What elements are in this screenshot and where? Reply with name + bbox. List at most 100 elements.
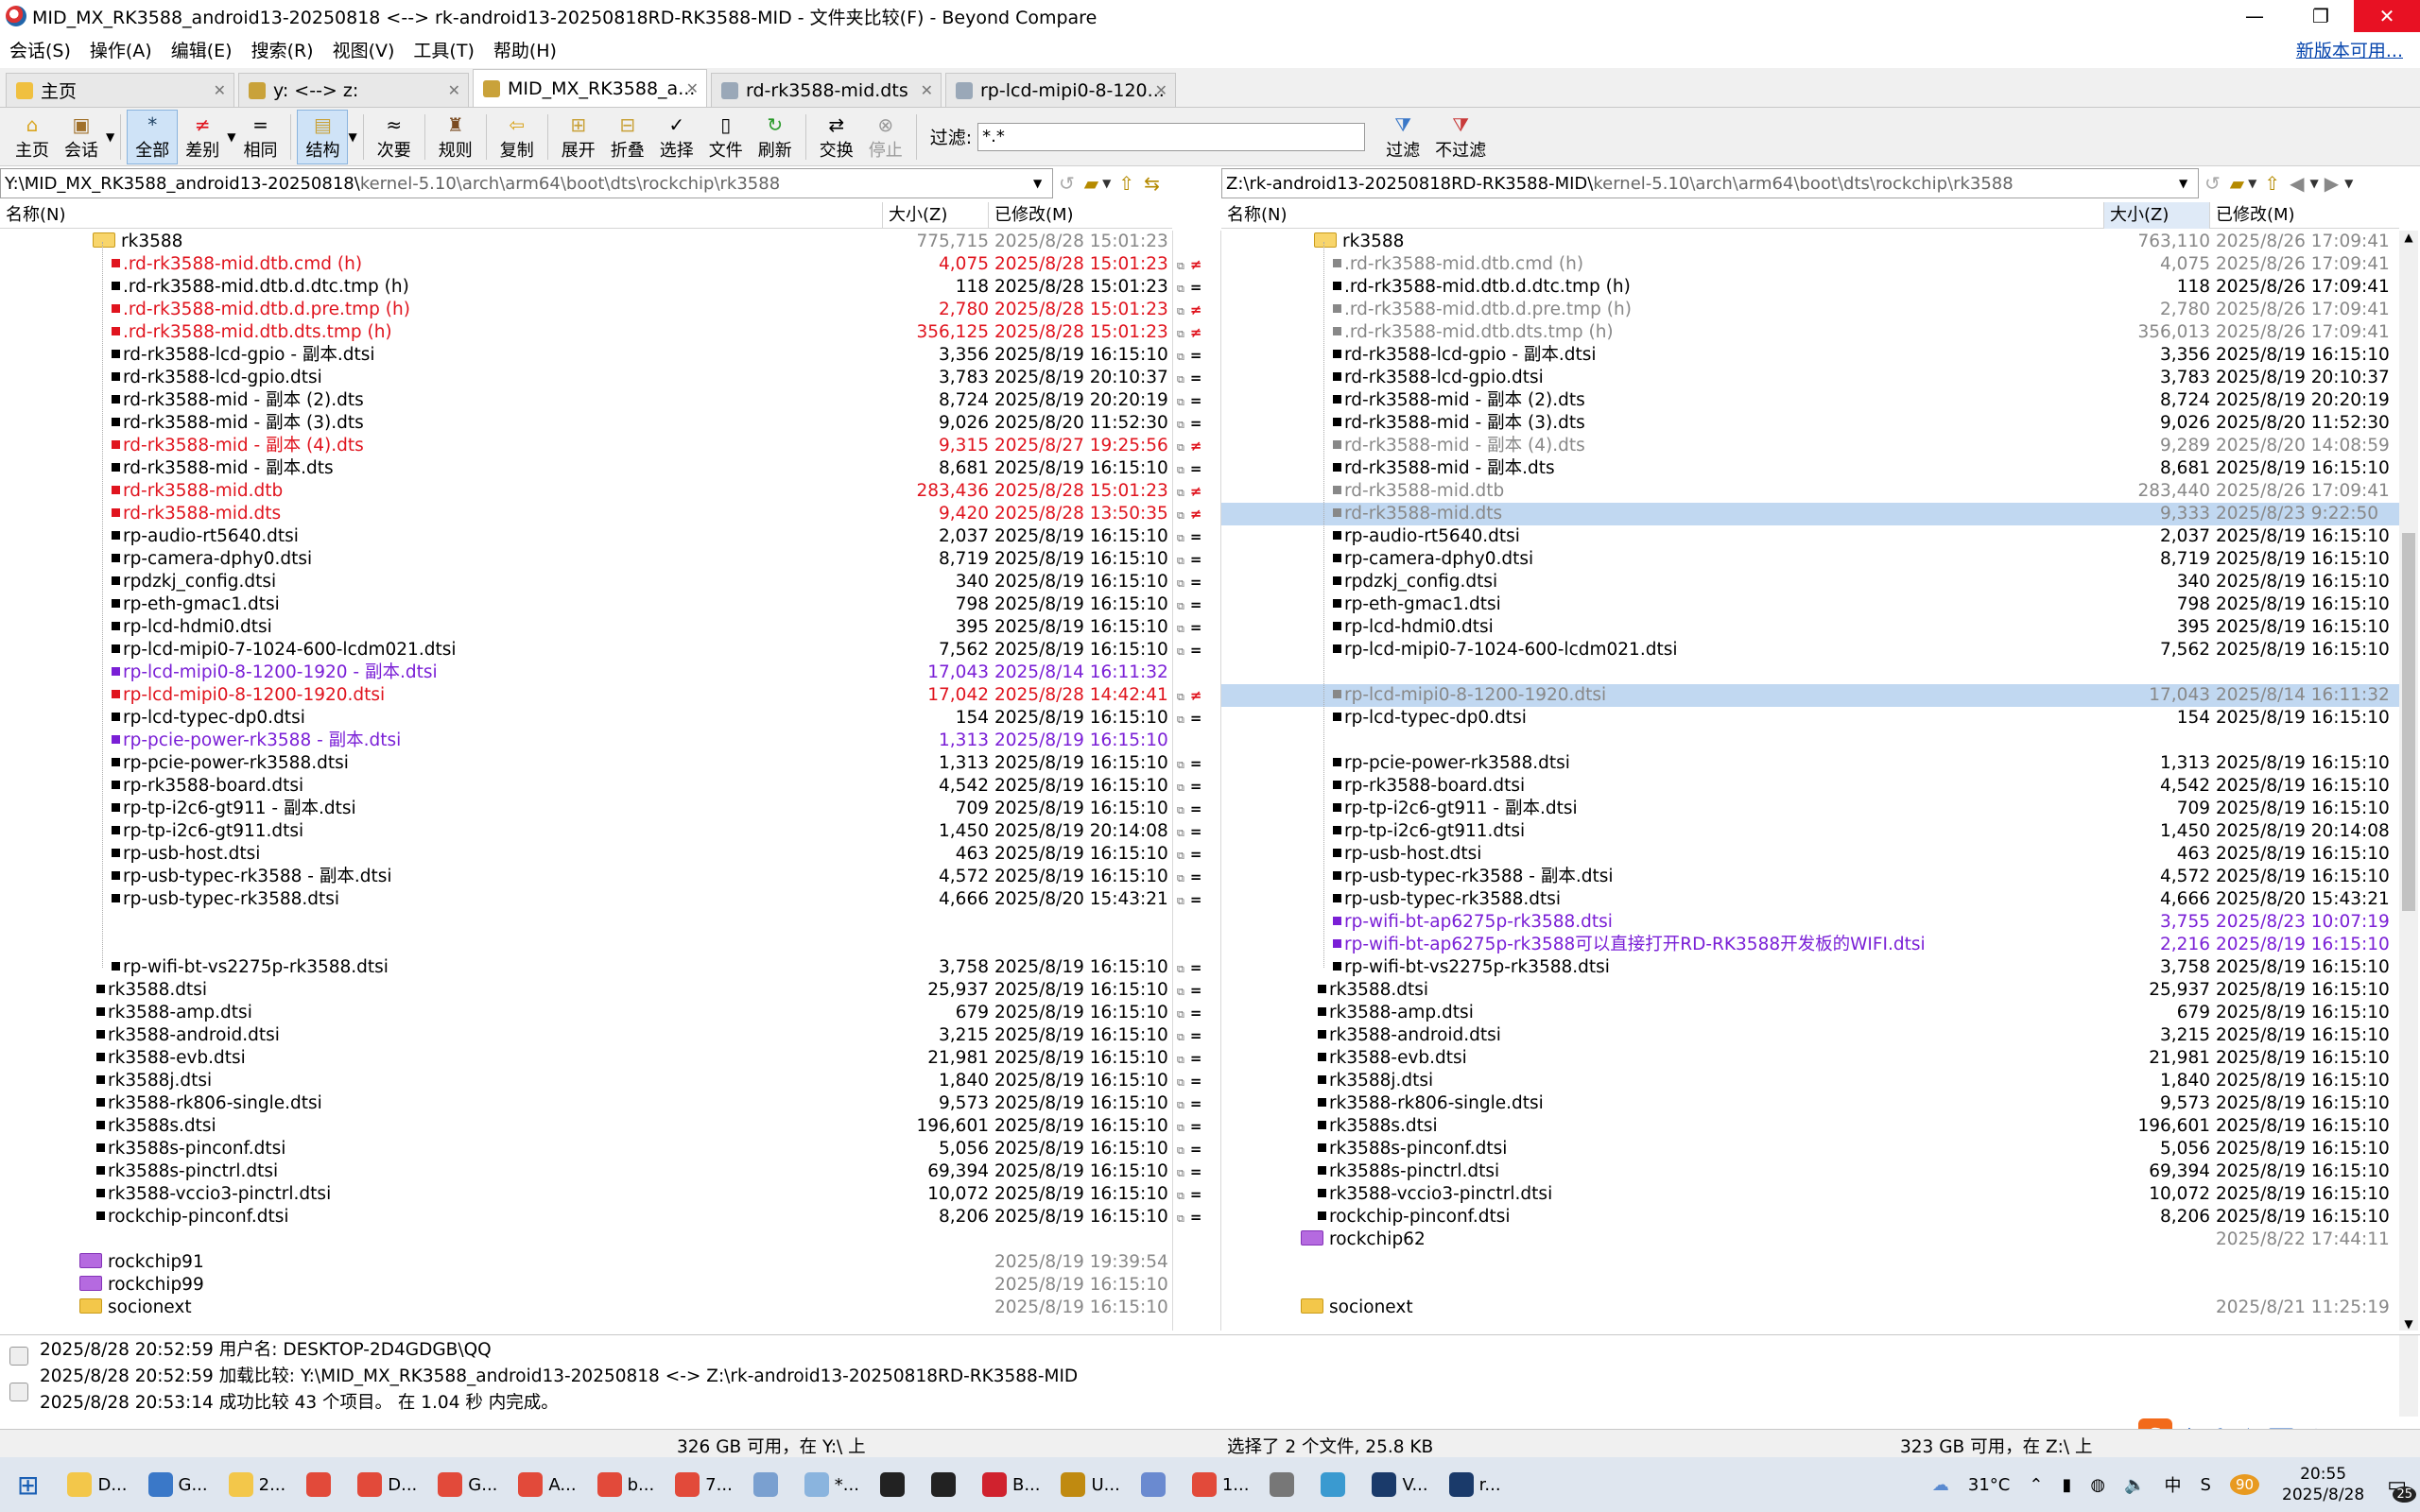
swap-sides-icon[interactable]: ⇆ <box>1144 172 1160 195</box>
scroll-up-icon[interactable]: ▲ <box>2399 231 2418 244</box>
swap-button[interactable]: ⇄ 交换 <box>812 110 861 164</box>
collapse-button[interactable]: ⊟ 折叠 <box>603 110 652 164</box>
size-column-header[interactable]: 大小(Z) <box>2104 201 2210 229</box>
speaker-icon[interactable]: 🔈 <box>2124 1475 2145 1495</box>
filter-input[interactable] <box>977 122 1366 151</box>
file-row[interactable]: .rd-rk3588-mid.dtb.dts.tmp (h) 356,125 202… <box>0 321 1172 344</box>
no-filter-button[interactable]: ⧩ 不过滤 <box>1427 110 1494 164</box>
modified-column-header[interactable]: 已修改(M) <box>989 202 1172 229</box>
file-row[interactable]: rp-lcd-mipi0-7-1024-600-lcdm021.dtsi 7,56… <box>0 639 1172 662</box>
file-row[interactable]: rp-tp-i2c6-gt911 - 副本.dtsi 709 2025/8/19 1… <box>0 798 1172 820</box>
files-button[interactable]: ▯ 文件 <box>701 110 751 164</box>
tab-home[interactable]: 主页 ✕ <box>6 73 234 107</box>
open-folder-icon[interactable]: ▰ <box>1084 172 1098 195</box>
chevron-down-icon[interactable]: ▼ <box>1033 177 1052 190</box>
file-row[interactable]: rk3588j.dtsi 1,840 2025/8/19 16:15:10 <box>0 1070 1172 1092</box>
gear-icon[interactable] <box>9 1347 28 1366</box>
file-row[interactable]: rp-wifi-bt-ap6275p-rk3588.dtsi 3,755 2025/… <box>1221 911 2399 934</box>
file-row[interactable]: rd-rk3588-lcd-gpio - 副本.dtsi 3,356 2025/8/… <box>1221 344 2399 367</box>
new-version-link[interactable]: 新版本可用... <box>2287 37 2412 62</box>
home-button[interactable]: ⌂ 主页 <box>8 110 57 164</box>
dropdown-arrow-icon[interactable]: ▼ <box>348 130 356 144</box>
size-column-header[interactable]: 大小(Z) <box>883 201 989 229</box>
sogou-tray-icon[interactable]: S <box>2201 1475 2211 1495</box>
session-button[interactable]: ▣ 会话 <box>57 110 106 164</box>
chevron-up-icon[interactable]: ⌃ <box>2029 1475 2043 1495</box>
right-scrollbar[interactable]: ▲ ▼ <box>2399 231 2418 1331</box>
show-diff-button[interactable]: ≠ 差别 <box>178 110 227 164</box>
modified-column-header[interactable]: 已修改(M) <box>2210 202 2399 229</box>
select-button[interactable]: ✓ 选择 <box>652 110 701 164</box>
right-file-pane[interactable]: rk3588 763,110 2025/8/26 17:09:41 .rd-rk358… <box>1221 231 2399 1331</box>
file-row[interactable]: rp-lcd-mipi0-8-1200-1920.dtsi 17,043 2025/… <box>1221 684 2399 707</box>
file-row[interactable] <box>0 934 1172 956</box>
folder-row[interactable]: socionext 2025/8/21 11:25:19 <box>1221 1297 2399 1319</box>
file-row[interactable]: rp-usb-host.dtsi 463 2025/8/19 16:15:10 <box>0 843 1172 866</box>
stop-button[interactable]: ⊗ 停止 <box>861 110 910 164</box>
folder-row[interactable] <box>1221 1251 2399 1274</box>
file-row[interactable]: rp-camera-dphy0.dtsi 8,719 2025/8/19 16:15… <box>1221 548 2399 571</box>
file-row[interactable]: rd-rk3588-lcd-gpio.dtsi 3,783 2025/8/19 20… <box>1221 367 2399 389</box>
file-row[interactable]: rk3588.dtsi 25,937 2025/8/19 16:15:10 <box>1221 979 2399 1002</box>
file-row[interactable]: .rd-rk3588-mid.dtb.d.dtc.tmp (h) 118 2025/… <box>0 276 1172 299</box>
ime-icon[interactable]: 中 <box>2165 1472 2182 1497</box>
file-row[interactable]: rp-tp-i2c6-gt911.dtsi 1,450 2025/8/19 20:1… <box>1221 820 2399 843</box>
close-button[interactable]: ✕ <box>2354 0 2420 32</box>
file-row[interactable]: rp-tp-i2c6-gt911.dtsi 1,450 2025/8/19 20:1… <box>0 820 1172 843</box>
folder-row[interactable]: rk3588 775,715 2025/8/28 15:01:23 <box>0 231 1172 253</box>
tab-dts-compare[interactable]: rd-rk3588-mid.dts ✕ <box>711 73 942 107</box>
open-folder-icon[interactable]: ▰ <box>2230 172 2244 195</box>
parent-folder-icon[interactable]: ⇧ <box>1118 172 1134 195</box>
file-row[interactable]: rpdzkj_config.dtsi 340 2025/8/19 16:15:10 <box>1221 571 2399 593</box>
right-path-field[interactable]: Z:\rk-android13-20250818RD-RK3588-MID\ke… <box>1221 168 2199 198</box>
file-row[interactable]: rp-rk3588-board.dtsi 4,542 2025/8/19 16:15… <box>0 775 1172 798</box>
file-row[interactable]: rp-usb-typec-rk3588.dtsi 4,666 2025/8/20 1… <box>0 888 1172 911</box>
file-row[interactable]: rp-lcd-typec-dp0.dtsi 154 2025/8/19 16:15:… <box>1221 707 2399 730</box>
file-row[interactable]: rp-audio-rt5640.dtsi 2,037 2025/8/19 16:15… <box>0 525 1172 548</box>
file-row[interactable]: .rd-rk3588-mid.dtb.d.dtc.tmp (h) 118 2025/… <box>1221 276 2399 299</box>
taskbar-app[interactable] <box>871 1461 920 1508</box>
taskbar-app[interactable]: D... <box>348 1461 426 1508</box>
close-tab-icon[interactable]: ✕ <box>214 81 226 99</box>
file-row[interactable]: rp-camera-dphy0.dtsi 8,719 2025/8/19 16:15… <box>0 548 1172 571</box>
file-row[interactable]: rd-rk3588-mid - 副本.dts 8,681 2025/8/19 16:… <box>1221 457 2399 480</box>
file-row[interactable]: rk3588s.dtsi 196,601 2025/8/19 16:15:10 <box>1221 1115 2399 1138</box>
chevron-down-icon[interactable]: ▼ <box>1102 177 1111 190</box>
close-tab-icon[interactable]: ✕ <box>921 81 933 99</box>
scroll-down-icon[interactable]: ▼ <box>2399 1317 2418 1331</box>
battery-icon[interactable]: ▮ <box>2062 1475 2071 1495</box>
forward-icon[interactable]: ▶ <box>2325 172 2339 195</box>
file-row[interactable]: rk3588s-pinctrl.dtsi 69,394 2025/8/19 16:1… <box>0 1160 1172 1183</box>
chevron-down-icon[interactable]: ▼ <box>2179 177 2198 190</box>
file-row[interactable]: .rd-rk3588-mid.dtb.dts.tmp (h) 356,013 202… <box>1221 321 2399 344</box>
file-row[interactable]: rk3588-amp.dtsi 679 2025/8/19 16:15:10 <box>1221 1002 2399 1024</box>
file-row[interactable]: rp-lcd-hdmi0.dtsi 395 2025/8/19 16:15:10 <box>0 616 1172 639</box>
file-row[interactable]: rk3588-android.dtsi 3,215 2025/8/19 16:15:… <box>1221 1024 2399 1047</box>
rules-button[interactable]: ♜ 规则 <box>431 110 480 164</box>
show-same-button[interactable]: = 相同 <box>235 110 285 164</box>
file-row[interactable]: rk3588s-pinconf.dtsi 5,056 2025/8/19 16:15… <box>1221 1138 2399 1160</box>
taskbar-app[interactable] <box>1132 1461 1181 1508</box>
minor-button[interactable]: ≈ 次要 <box>370 110 419 164</box>
expand-button[interactable]: ⊞ 展开 <box>554 110 603 164</box>
taskbar-app[interactable]: 1... <box>1183 1461 1259 1508</box>
folder-row[interactable] <box>0 1228 1172 1251</box>
file-row[interactable]: rk3588-rk806-single.dtsi 9,573 2025/8/19 1… <box>0 1092 1172 1115</box>
name-column-header[interactable]: 名称(N) <box>0 201 883 229</box>
file-row[interactable]: rd-rk3588-mid - 副本 (2).dts 8,724 2025/8/19… <box>1221 389 2399 412</box>
filter-button[interactable]: ⧩ 过滤 <box>1378 110 1427 164</box>
weather-icon[interactable]: ☁ <box>1932 1475 1949 1495</box>
file-row[interactable]: rp-lcd-typec-dp0.dtsi 154 2025/8/19 16:15:… <box>0 707 1172 730</box>
file-row[interactable]: rp-pcie-power-rk3588.dtsi 1,313 2025/8/19 … <box>0 752 1172 775</box>
tab-folder-compare[interactable]: MID_MX_RK3588_a... ✕ <box>473 69 707 107</box>
tab-lcd-compare[interactable]: rp-lcd-mipi0-8-120... ✕ <box>945 73 1176 107</box>
file-row[interactable]: rp-tp-i2c6-gt911 - 副本.dtsi 709 2025/8/19 1… <box>1221 798 2399 820</box>
taskbar-app[interactable]: V... <box>1362 1461 1437 1508</box>
file-row[interactable]: rpdzkj_config.dtsi 340 2025/8/19 16:15:10 <box>0 571 1172 593</box>
taskbar-app[interactable]: D... <box>58 1461 136 1508</box>
folder-row[interactable]: rk3588 763,110 2025/8/26 17:09:41 <box>1221 231 2399 253</box>
taskbar-app[interactable]: B... <box>973 1461 1050 1508</box>
file-row[interactable]: rp-usb-typec-rk3588 - 副本.dtsi 4,572 2025/8… <box>0 866 1172 888</box>
taskbar-app[interactable] <box>922 1461 971 1508</box>
file-row[interactable]: rk3588j.dtsi 1,840 2025/8/19 16:15:10 <box>1221 1070 2399 1092</box>
